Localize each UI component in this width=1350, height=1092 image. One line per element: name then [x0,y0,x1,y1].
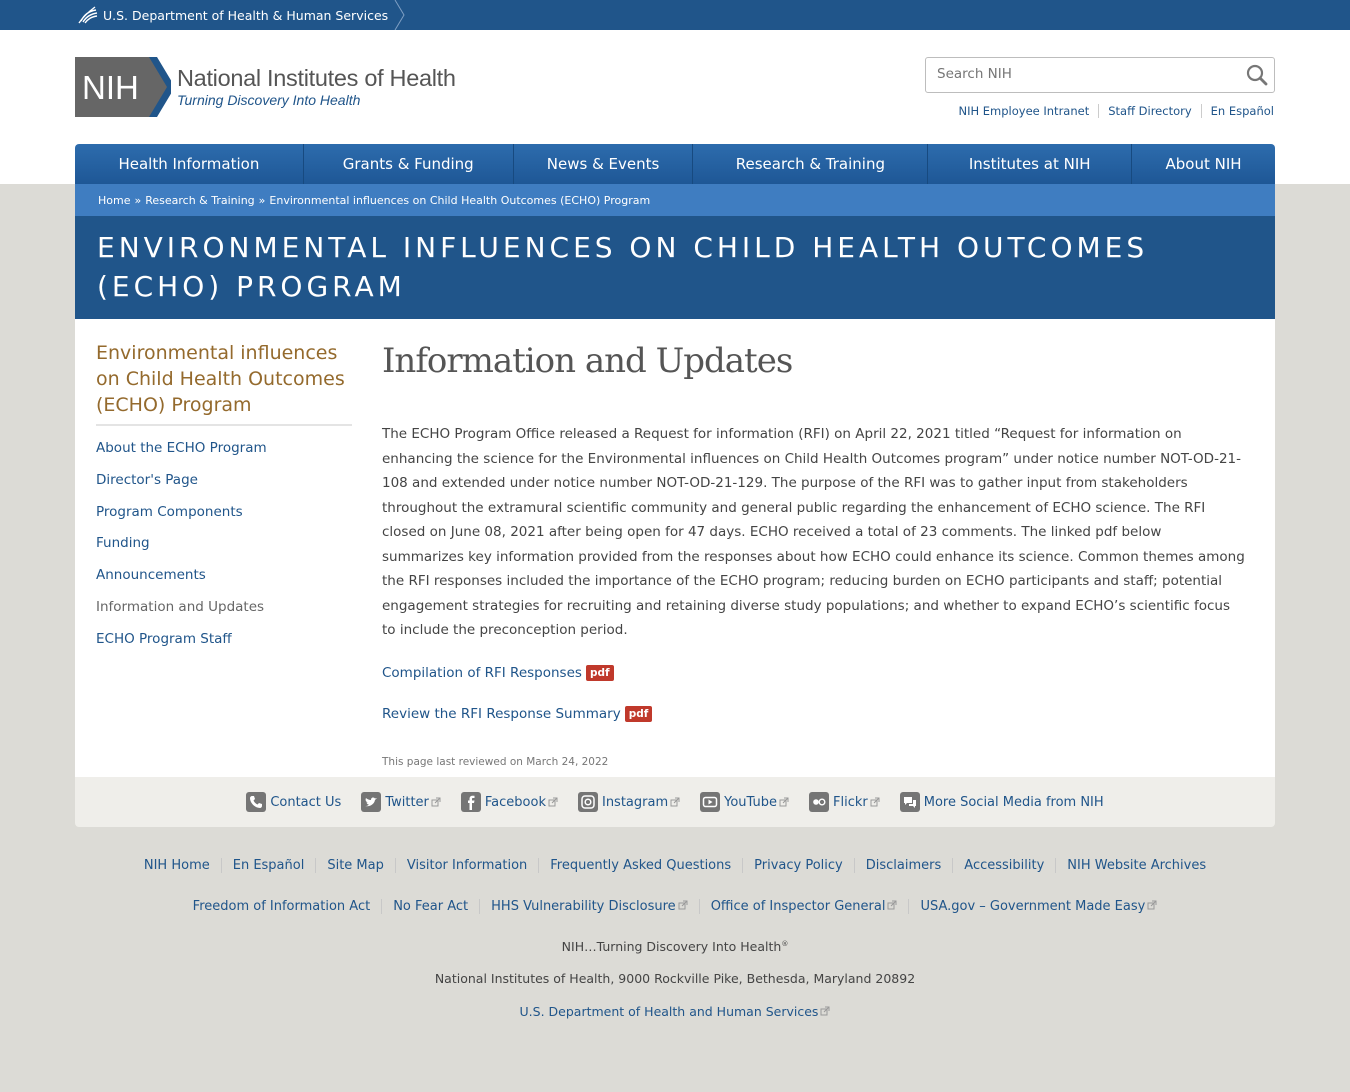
banner-title: ENVIRONMENTAL INFLUENCES ON CHILD HEALTH… [97,231,1149,303]
footer-hhs-vulnerability[interactable]: HHS Vulnerability Disclosure [479,899,699,914]
external-link-icon [548,797,558,807]
pdf-icon: pdf [624,705,653,722]
social-bar: Contact Us Twitter Facebook Instagram Yo… [75,777,1275,827]
search-box [925,57,1275,93]
footer-links-secondary: Freedom of Information Act No Fear Act H… [0,899,1350,914]
page-title: Information and Updates [382,341,793,381]
footer-nih-home[interactable]: NIH Home [133,858,221,873]
twitter-icon [361,792,382,812]
phone-icon [246,792,267,812]
last-reviewed: This page last reviewed on March 24, 202… [382,755,609,768]
sidenav-item-staff[interactable]: ECHO Program Staff [96,631,232,647]
more-social-link[interactable]: More Social Media from NIH [924,795,1104,810]
hhs-link[interactable]: U.S. Department of Health & Human Servic… [103,8,388,23]
main-nav: Health Information Grants & Funding News… [75,144,1275,184]
external-link-icon [678,900,688,910]
footer-no-fear-act[interactable]: No Fear Act [381,899,479,914]
footer-accessibility[interactable]: Accessibility [952,858,1055,873]
body-paragraph: The ECHO Program Office released a Reque… [382,426,1245,638]
external-link-icon [887,900,897,910]
youtube-icon [700,792,721,812]
sidenav-item-current: Information and Updates [96,598,265,615]
youtube-link[interactable]: YouTube [724,795,777,810]
sidenav-item-director[interactable]: Director's Page [96,472,198,488]
nav-research-training[interactable]: Research & Training [693,144,929,184]
nav-news-events[interactable]: News & Events [514,144,694,184]
breadcrumb-echo[interactable]: Environmental influences on Child Health… [269,194,650,207]
facebook-link[interactable]: Facebook [485,795,546,810]
twitter-link[interactable]: Twitter [385,795,429,810]
footer-archives[interactable]: NIH Website Archives [1055,858,1217,873]
instagram-link[interactable]: Instagram [602,795,668,810]
breadcrumb-research-training[interactable]: Research & Training [145,194,254,207]
external-link-icon [870,797,880,807]
sidenav-item-components[interactable]: Program Components [96,504,243,520]
hhs-eagle-icon [78,6,98,24]
chevron-right-icon [394,0,405,30]
page-banner: ENVIRONMENTAL INFLUENCES ON CHILD HEALTH… [75,216,1275,319]
logo-name: National Institutes of Health [177,65,456,91]
external-link-icon [670,797,680,807]
rfi-summary-link[interactable]: Review the RFI Response Summary [382,706,621,722]
sidenav-item-announcements[interactable]: Announcements [96,567,206,583]
footer-hhs-link[interactable]: U.S. Department of Health and Human Serv… [520,1004,831,1019]
footer-usa-gov[interactable]: USA.gov – Government Made Easy [908,899,1168,914]
search-input[interactable] [926,58,1237,90]
chat-icon [899,792,920,812]
nih-logo-mark: NIH [75,57,171,117]
sidenav-title: Environmental influences on Child Health… [96,340,352,426]
sidenav-item-about[interactable]: About the ECHO Program [96,440,267,456]
contact-us-link[interactable]: Contact Us [270,795,341,810]
breadcrumb-home[interactable]: Home [98,194,130,207]
en-espanol-link[interactable]: En Español [1200,104,1274,118]
breadcrumb-separator: » [258,193,266,207]
hhs-bar: U.S. Department of Health & Human Servic… [0,0,1350,30]
footer-visitor-info[interactable]: Visitor Information [394,858,538,873]
rfi-compilation-link[interactable]: Compilation of RFI Responses [382,665,582,681]
external-link-icon [779,797,789,807]
external-link-icon [431,797,441,807]
flickr-link[interactable]: Flickr [833,795,868,810]
staff-directory-link[interactable]: Staff Directory [1098,104,1200,118]
footer-foia[interactable]: Freedom of Information Act [182,899,382,914]
flickr-icon [809,792,829,812]
nih-logo[interactable]: NIH National Institutes of Health Turnin… [75,57,456,117]
footer-privacy[interactable]: Privacy Policy [742,858,854,873]
nav-health-information[interactable]: Health Information [75,144,304,184]
nav-institutes[interactable]: Institutes at NIH [928,144,1133,184]
pdf-icon: pdf [585,664,614,681]
footer-site-map[interactable]: Site Map [315,858,395,873]
footer-tagline: NIH…Turning Discovery Into Health® [561,939,789,954]
employee-intranet-link[interactable]: NIH Employee Intranet [949,104,1098,118]
utility-links: NIH Employee Intranet Staff Directory En… [949,104,1274,118]
site-header: NIH National Institutes of Health Turnin… [0,30,1350,184]
footer-en-espanol[interactable]: En Español [220,858,316,873]
breadcrumb: Home » Research & Training » Environment… [75,184,1275,216]
main-content: Information and Updates The ECHO Program… [382,341,1247,768]
footer-faq[interactable]: Frequently Asked Questions [538,858,742,873]
nav-grants-funding[interactable]: Grants & Funding [304,144,514,184]
footer-address: National Institutes of Health, 9000 Rock… [434,971,916,986]
svg-text:NIH: NIH [82,69,139,106]
logo-tagline: Turning Discovery Into Health [177,92,361,108]
footer-inspector-general[interactable]: Office of Inspector General [698,899,909,914]
search-icon[interactable] [1246,64,1268,86]
external-link-icon [820,1006,830,1016]
external-link-icon [1147,900,1157,910]
footer-links-primary: NIH Home En Español Site Map Visitor Inf… [0,858,1350,873]
content-area: Environmental influences on Child Health… [75,319,1275,777]
breadcrumb-separator: » [134,193,142,207]
sidenav-item-funding[interactable]: Funding [96,535,150,551]
nav-about-nih[interactable]: About NIH [1132,144,1275,184]
footer-disclaimers[interactable]: Disclaimers [853,858,953,873]
side-nav: Environmental influences on Child Health… [96,340,352,661]
facebook-icon [460,792,481,812]
instagram-icon [577,792,598,812]
